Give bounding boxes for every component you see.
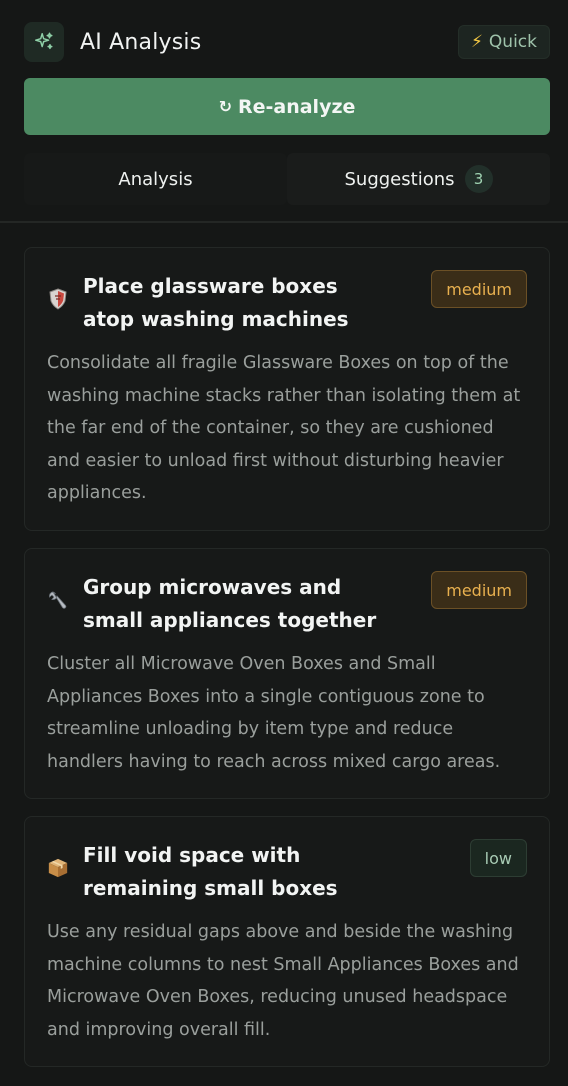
sparkles-icon: [24, 22, 64, 62]
suggestion-card: Group microwaves and small appliances to…: [24, 548, 550, 799]
priority-badge: medium: [431, 270, 527, 308]
suggestion-description: Use any residual gaps above and beside t…: [47, 922, 519, 1040]
suggestion-card-header: Fill void space with remaining small box…: [47, 839, 527, 905]
page-title: AI Analysis: [80, 29, 202, 55]
tab-bar: Analysis Suggestions 3: [24, 153, 550, 205]
quick-mode-badge[interactable]: ⚡ Quick: [457, 25, 550, 59]
refresh-icon: ↻: [218, 97, 232, 116]
suggestion-title: Group microwaves and small appliances to…: [83, 575, 377, 632]
quick-mode-label: Quick: [488, 32, 537, 52]
ai-analysis-panel: AI Analysis ⚡ Quick ↻ Re-analyze Analysi…: [0, 0, 568, 1086]
priority-badge: medium: [431, 571, 527, 609]
shield-icon: [47, 288, 69, 310]
suggestions-count-badge: 3: [464, 165, 493, 193]
suggestion-card: Place glassware boxes atop washing machi…: [24, 247, 550, 531]
suggestion-card-header: Group microwaves and small appliances to…: [47, 571, 527, 637]
tab-analysis[interactable]: Analysis: [24, 153, 287, 205]
package-icon: [47, 857, 69, 879]
panel-header: AI Analysis ⚡ Quick: [24, 22, 550, 62]
divider: [0, 221, 568, 223]
suggestion-card-header: Place glassware boxes atop washing machi…: [47, 270, 527, 336]
tab-suggestions[interactable]: Suggestions 3: [287, 153, 550, 205]
suggestion-description: Consolidate all fragile Glassware Boxes …: [47, 353, 521, 503]
reanalyze-button[interactable]: ↻ Re-analyze: [24, 78, 550, 135]
tab-suggestions-label: Suggestions: [344, 168, 455, 190]
reanalyze-label: Re-analyze: [237, 95, 356, 118]
lightning-icon: ⚡: [470, 32, 483, 52]
wrench-icon: [47, 589, 69, 611]
priority-badge: low: [469, 839, 527, 877]
suggestion-title: Fill void space with remaining small box…: [83, 843, 338, 900]
suggestion-title: Place glassware boxes atop washing machi…: [83, 274, 349, 331]
suggestion-description: Cluster all Microwave Oven Boxes and Sma…: [47, 654, 501, 772]
tab-analysis-label: Analysis: [118, 168, 193, 190]
suggestion-card: Fill void space with remaining small box…: [24, 816, 550, 1067]
